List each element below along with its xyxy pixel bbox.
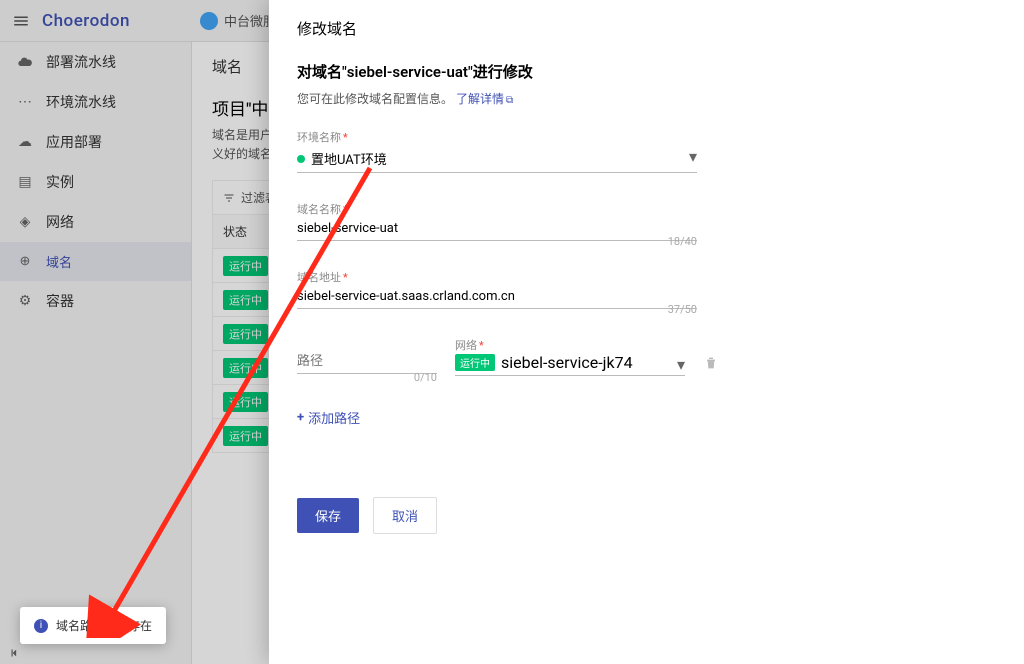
edit-domain-drawer: 修改域名 对域名"siebel-service-uat"进行修改 您可在此修改域…	[269, 0, 1024, 664]
toast: i 域名路径已经存在	[20, 607, 166, 644]
path-counter: 0/10	[414, 371, 437, 384]
env-field[interactable]: 环境名称* 置地UAT环境 ▾	[297, 129, 697, 173]
domain-name-field: 域名名称* 18/40	[297, 201, 697, 241]
info-icon: i	[34, 619, 48, 633]
env-status-dot-icon	[297, 155, 305, 163]
drawer-heading: 对域名"siebel-service-uat"进行修改	[297, 61, 996, 82]
drawer-actions: 保存 取消	[297, 497, 996, 534]
cancel-button[interactable]: 取消	[373, 497, 437, 534]
network-field[interactable]: 网络* 运行中 siebel-service-jk74 ▾	[455, 337, 685, 376]
network-status-badge: 运行中	[455, 354, 495, 371]
drawer-title: 修改域名	[297, 18, 996, 39]
path-row: 0/10 网络* 运行中 siebel-service-jk74 ▾	[297, 337, 996, 404]
domain-addr-input[interactable]	[297, 285, 697, 309]
learn-more-link[interactable]: 了解详情⧉	[456, 92, 513, 106]
toast-text: 域名路径已经存在	[56, 617, 152, 634]
env-value: 置地UAT环境	[311, 149, 387, 168]
delete-path-icon[interactable]	[703, 355, 719, 371]
domain-name-input[interactable]	[297, 217, 697, 241]
domain-addr-field: 域名地址* 37/50	[297, 269, 697, 309]
save-button[interactable]: 保存	[297, 498, 359, 533]
path-field: 0/10	[297, 337, 437, 374]
domain-addr-counter: 37/50	[668, 303, 697, 316]
plus-icon: +	[297, 410, 304, 425]
network-value: siebel-service-jk74	[501, 353, 633, 372]
add-path-button[interactable]: + 添加路径	[297, 408, 360, 427]
drawer-sub: 您可在此修改域名配置信息。 了解详情⧉	[297, 90, 996, 107]
domain-name-counter: 18/40	[668, 235, 697, 248]
external-link-icon: ⧉	[506, 95, 513, 106]
